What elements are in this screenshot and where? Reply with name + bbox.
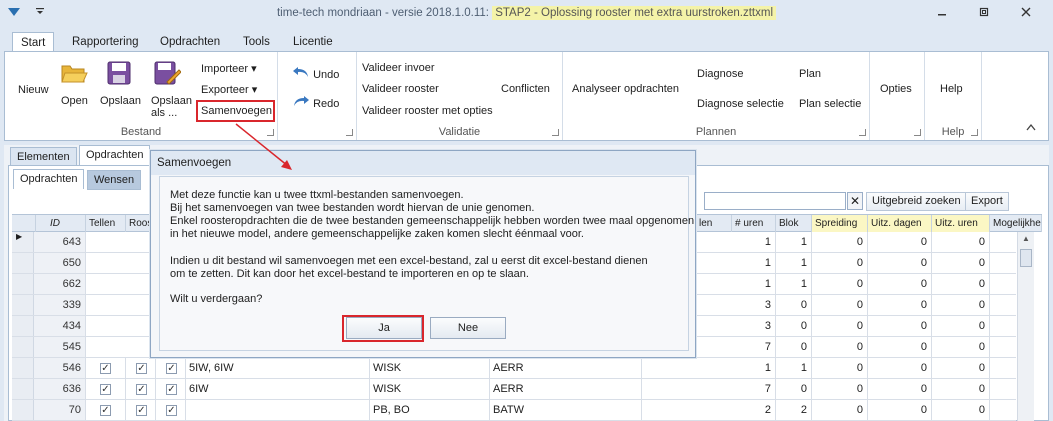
- annotation-arrow-icon: [235, 123, 292, 170]
